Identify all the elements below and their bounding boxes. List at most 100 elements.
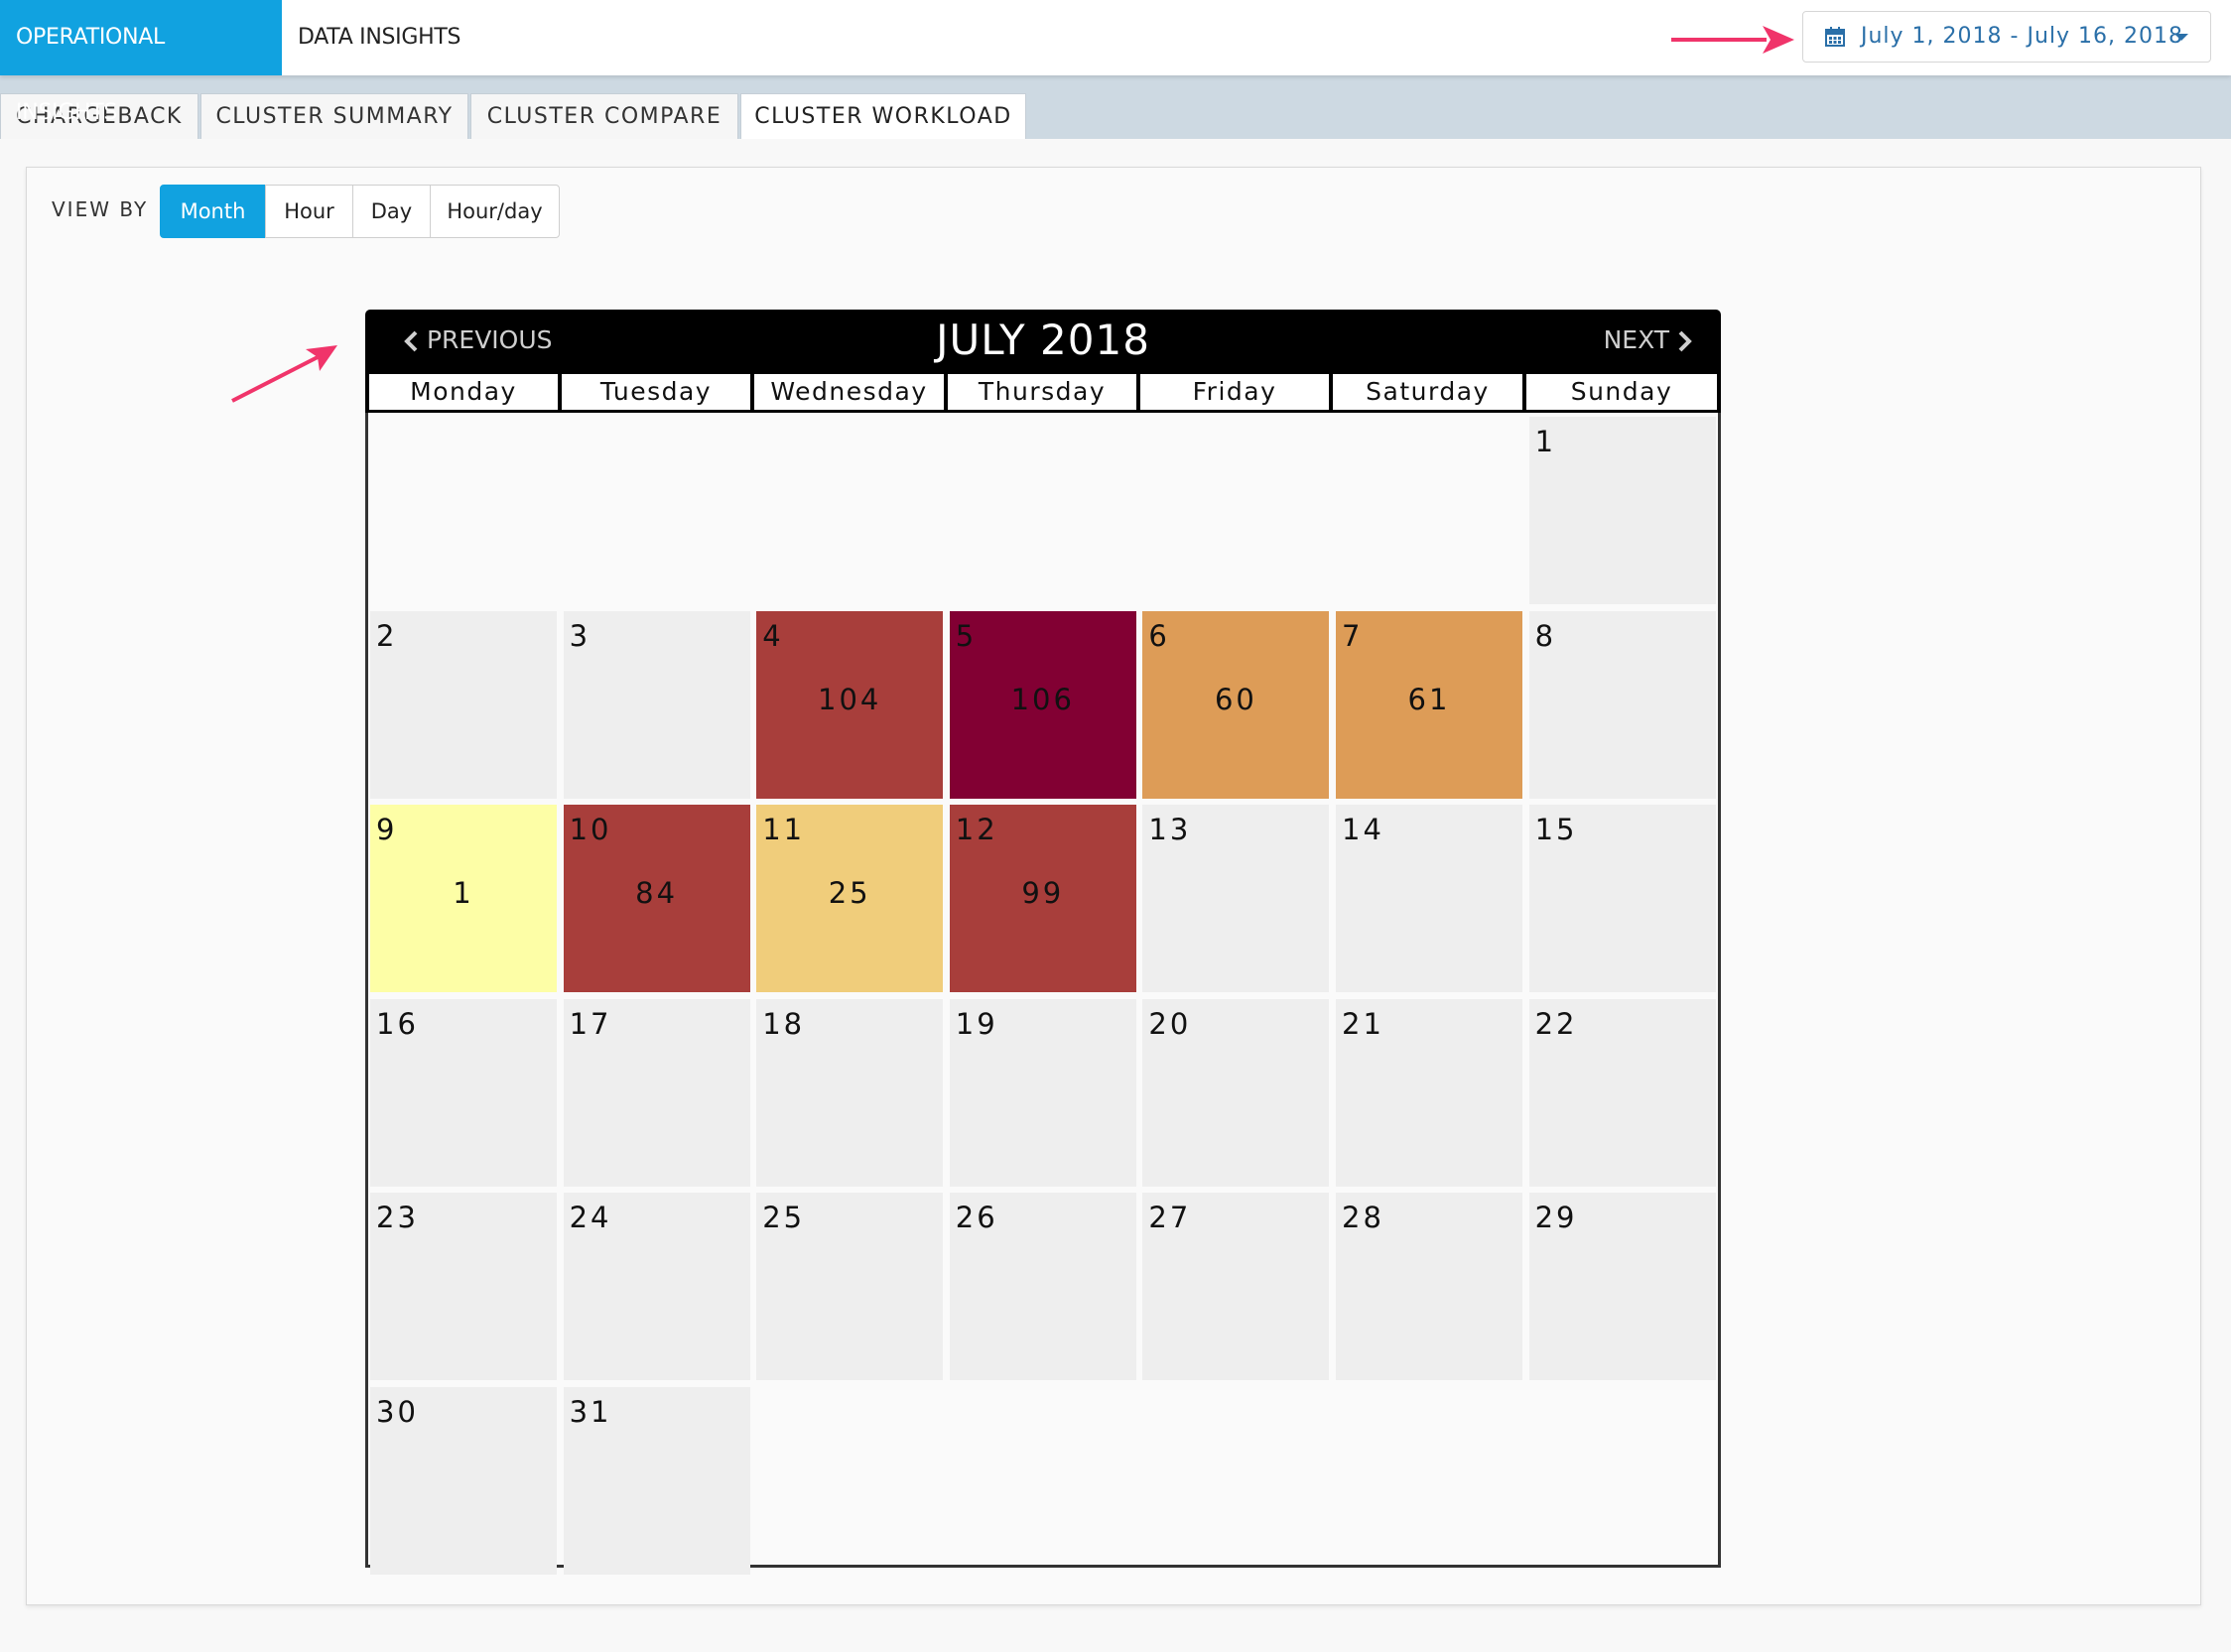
- day-number: 10: [569, 813, 612, 847]
- calendar-day-cell[interactable]: 21: [1336, 998, 1522, 1187]
- view-day-button[interactable]: Day: [352, 185, 431, 238]
- chevron-right-icon: [1678, 330, 1692, 352]
- day-number: 11: [762, 813, 806, 847]
- calendar-header: PREVIOUS JULY 2018 NEXT: [365, 310, 1721, 371]
- view-by-label: VIEW BY: [52, 197, 149, 221]
- calendar-day-cell[interactable]: 11 25: [756, 805, 944, 993]
- top-nav: OPERATIONAL INSIGHTS DATA INSIGHTS July …: [0, 0, 2231, 125]
- weekday-header: Friday: [1140, 374, 1329, 410]
- next-month-button[interactable]: NEXT: [1604, 310, 1693, 371]
- calendar-day-cell[interactable]: 2: [370, 610, 557, 799]
- calendar-day-cell[interactable]: 10 84: [563, 805, 750, 993]
- weekday-header-row: Monday Tuesday Wednesday Thursday Friday…: [365, 371, 1721, 413]
- calendar-day-cell[interactable]: 8: [1528, 610, 1716, 799]
- calendar-day-cell[interactable]: 23: [370, 1193, 557, 1381]
- tab-data-insights[interactable]: DATA INSIGHTS: [282, 0, 476, 75]
- calendar-day-cell[interactable]: 26: [949, 1193, 1136, 1381]
- calendar-day-cell[interactable]: 3: [563, 610, 750, 799]
- calendar-day-cell[interactable]: 16: [370, 998, 557, 1187]
- day-workload-value: 104: [818, 682, 882, 716]
- caret-down-icon: [2174, 34, 2188, 41]
- calendar-day-cell[interactable]: 25: [756, 1193, 944, 1381]
- subtab-bar: CHARGEBACK CLUSTER SUMMARY CLUSTER COMPA…: [0, 75, 2231, 139]
- day-number: 12: [955, 813, 998, 847]
- day-number: 26: [955, 1201, 998, 1235]
- date-range-picker[interactable]: July 1, 2018 - July 16, 2018: [1802, 11, 2211, 63]
- day-number: 27: [1148, 1201, 1192, 1235]
- date-range-text: July 1, 2018 - July 16, 2018: [1861, 24, 2183, 49]
- day-workload-value: 106: [1010, 682, 1075, 716]
- day-number: 5: [955, 618, 978, 653]
- annotation-arrow-icon: [1671, 26, 1794, 54]
- view-hour-day-button[interactable]: Hour/day: [430, 185, 560, 238]
- calendar-day-cell[interactable]: 22: [1528, 998, 1716, 1187]
- day-workload-value: 84: [635, 876, 679, 911]
- tab-operational-insights[interactable]: OPERATIONAL INSIGHTS: [0, 0, 282, 125]
- next-label: NEXT: [1603, 325, 1670, 354]
- weekday-header: Saturday: [1333, 374, 1522, 410]
- day-number: 24: [569, 1201, 612, 1235]
- view-month-button[interactable]: Month: [160, 185, 266, 238]
- day-number: 3: [569, 618, 591, 653]
- calendar-title: JULY 2018: [936, 316, 1150, 364]
- calendar-day-cell[interactable]: 15: [1528, 805, 1716, 993]
- weekday-header: Thursday: [948, 374, 1136, 410]
- day-workload-value: 99: [1021, 876, 1065, 911]
- day-number: 1: [1534, 425, 1557, 458]
- day-number: 14: [1342, 813, 1384, 847]
- day-number: 13: [1148, 813, 1192, 847]
- day-number: 19: [955, 1006, 998, 1041]
- day-workload-value: 25: [828, 876, 871, 911]
- day-number: 20: [1148, 1006, 1192, 1041]
- calendar-day-cell[interactable]: 12 99: [949, 805, 1136, 993]
- day-number: 15: [1534, 813, 1578, 847]
- day-workload-value: 1: [453, 876, 474, 911]
- day-number: 8: [1534, 618, 1557, 653]
- calendar-day-cell[interactable]: 91: [370, 805, 557, 993]
- calendar-day-cell[interactable]: 13: [1142, 805, 1330, 993]
- day-number: 30: [376, 1395, 419, 1429]
- calendar-day-cell[interactable]: 6 60: [1142, 610, 1330, 799]
- weekday-header: Tuesday: [562, 374, 750, 410]
- calendar-day-cell[interactable]: 17: [563, 998, 750, 1187]
- calendar-day-cell[interactable]: 24: [563, 1193, 750, 1381]
- day-number: 16: [376, 1006, 419, 1041]
- day-number: 2: [376, 618, 398, 653]
- calendar-grid: 1 2 3 4 104 5 106 6 60 7 61 8 9 1 10 84 11 25 12 99 13 14 15 16…: [365, 413, 1721, 1575]
- calendar-day-cell[interactable]: 19: [949, 998, 1136, 1187]
- calendar-day-cell[interactable]: 27: [1142, 1193, 1330, 1381]
- day-number: 6: [1148, 618, 1170, 653]
- calendar-day-cell[interactable]: 4 104: [756, 610, 944, 799]
- calendar-icon: [1825, 27, 1845, 47]
- day-number: 22: [1534, 1006, 1578, 1041]
- day-number: 21: [1342, 1006, 1384, 1041]
- calendar-day-cell[interactable]: 18: [756, 998, 944, 1187]
- day-number: 25: [762, 1201, 806, 1235]
- calendar-day-cell[interactable]: 14: [1336, 805, 1522, 993]
- tab-cluster-summary[interactable]: CLUSTER SUMMARY: [200, 93, 468, 139]
- calendar-day-cell[interactable]: 30: [370, 1387, 557, 1575]
- calendar-day-cell[interactable]: 20: [1142, 998, 1330, 1187]
- day-number: 28: [1342, 1201, 1384, 1235]
- day-workload-value: 61: [1407, 682, 1451, 716]
- day-number: 17: [569, 1006, 612, 1041]
- calendar-day-cell[interactable]: 29: [1528, 1193, 1716, 1381]
- day-number: 18: [762, 1006, 806, 1041]
- day-number: 29: [1534, 1201, 1578, 1235]
- calendar-day-cell[interactable]: 1: [1528, 417, 1716, 604]
- calendar-day-cell[interactable]: 28: [1336, 1193, 1522, 1381]
- annotation-arrow-icon: [231, 345, 337, 403]
- tab-cluster-workload[interactable]: CLUSTER WORKLOAD: [740, 93, 1026, 139]
- calendar-day-cell[interactable]: 7 61: [1336, 610, 1522, 799]
- day-workload-value: 60: [1214, 682, 1257, 716]
- day-number: 31: [569, 1395, 612, 1429]
- calendar-day-cell[interactable]: 31: [563, 1387, 750, 1575]
- weekday-header: Wednesday: [754, 374, 944, 410]
- calendar-day-cell[interactable]: 5 106: [949, 610, 1136, 799]
- view-hour-button[interactable]: Hour: [265, 185, 353, 238]
- day-number: 9: [376, 813, 398, 847]
- day-number: 23: [376, 1201, 419, 1235]
- tab-cluster-compare[interactable]: CLUSTER COMPARE: [470, 93, 738, 139]
- day-number: 4: [762, 618, 784, 653]
- day-number: 7: [1342, 618, 1364, 653]
